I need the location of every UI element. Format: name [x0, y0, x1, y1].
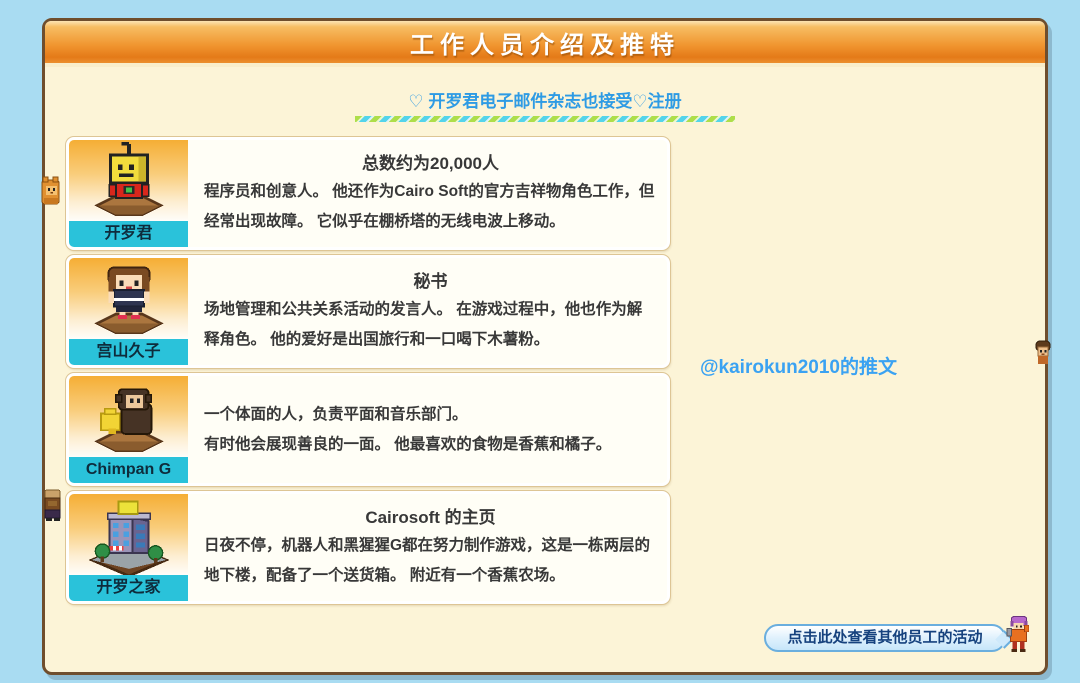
page-title: 工作人员介绍及推特	[410, 25, 680, 60]
staff-card-text: 一个体面的人，负责平面和音乐部门。 有时他会展现善良的一面。 他最喜欢的食物是香…	[188, 376, 667, 483]
chimpan-g-figurine-icon	[83, 378, 175, 460]
staff-card-text: 秘书 场地管理和公共关系活动的发言人。 在游戏过程中，他也作为解释角色。 他的爱…	[188, 258, 667, 365]
staff-card-description: 场地管理和公共关系活动的发言人。 在游戏过程中，他也作为解释角色。 他的爱好是出…	[204, 295, 657, 355]
staff-card-kairo-kun: 开罗君 总数约为20,000人 程序员和创意人。 他还作为Cairo Soft的…	[66, 137, 670, 250]
staff-card-title: 总数约为20,000人	[204, 150, 657, 177]
staff-card-kairo-house: 开罗之家 Cairosoft 的主页 日夜不停，机器人和黑猩猩G都在努力制作游戏…	[66, 491, 670, 604]
staff-card-title: Cairosoft 的主页	[204, 504, 657, 531]
staff-portrait: Chimpan G	[69, 376, 188, 483]
newsletter-signup-link[interactable]: ♡ 开罗君电子邮件杂志也接受♡注册	[408, 92, 681, 111]
staff-name-tag: 开罗之家	[69, 575, 188, 601]
page-header: 工作人员介绍及推特	[45, 21, 1045, 67]
brown-character-peek-icon	[43, 488, 63, 524]
staff-portrait: 开罗君	[69, 140, 188, 247]
staff-card-title: 秘书	[204, 268, 657, 295]
staff-name-tag: Chimpan G	[69, 457, 188, 483]
monkey-face-peek-icon	[1034, 340, 1052, 368]
staff-name-tag: 开罗君	[69, 221, 188, 247]
miyayama-hisako-figurine-icon	[83, 260, 175, 342]
staff-card-description: 一个体面的人，负责平面和音乐部门。 有时他会展现善良的一面。 他最喜欢的食物是香…	[204, 400, 657, 460]
staff-card-description: 程序员和创意人。 他还作为Cairo Soft的官方吉祥物角色工作，但经常出现故…	[204, 177, 657, 237]
staff-card-description: 日夜不停，机器人和黑猩猩G都在努力制作游戏，这是一栋两层的地下楼，配备了一个送货…	[204, 531, 657, 591]
page: 工作人员介绍及推特 ♡ 开罗君电子邮件杂志也接受♡注册	[0, 0, 1080, 683]
staff-card-chimpan-g: Chimpan G 一个体面的人，负责平面和音乐部门。 有时他会展现善良的一面。…	[66, 373, 670, 486]
view-other-staff-button[interactable]: 点击此处查看其他员工的活动	[764, 624, 1006, 652]
kairo-kun-figurine-icon	[83, 142, 175, 224]
striped-underline	[355, 116, 735, 122]
kairo-house-building-icon	[83, 496, 175, 578]
staff-card-text: 总数约为20,000人 程序员和创意人。 他还作为Cairo Soft的官方吉祥…	[188, 140, 667, 247]
staff-portrait: 开罗之家	[69, 494, 188, 601]
main-panel: 工作人员介绍及推特 ♡ 开罗君电子邮件杂志也接受♡注册	[42, 18, 1048, 675]
staff-card-text: Cairosoft 的主页 日夜不停，机器人和黑猩猩G都在努力制作游戏，这是一栋…	[188, 494, 667, 601]
reporter-character-icon	[1005, 615, 1033, 655]
staff-card-miyayama-hisako: 宫山久子 秘书 场地管理和公共关系活动的发言人。 在游戏过程中，他也作为解释角色…	[66, 255, 670, 368]
hamster-mascot-peek-icon	[40, 176, 62, 212]
staff-card-list: 开罗君 总数约为20,000人 程序员和创意人。 他还作为Cairo Soft的…	[66, 137, 670, 604]
newsletter-row: ♡ 开罗君电子邮件杂志也接受♡注册	[45, 87, 1045, 122]
staff-name-tag: 宫山久子	[69, 339, 188, 365]
twitter-feed-heading[interactable]: @kairokun2010的推文	[700, 352, 897, 379]
staff-portrait: 宫山久子	[69, 258, 188, 365]
